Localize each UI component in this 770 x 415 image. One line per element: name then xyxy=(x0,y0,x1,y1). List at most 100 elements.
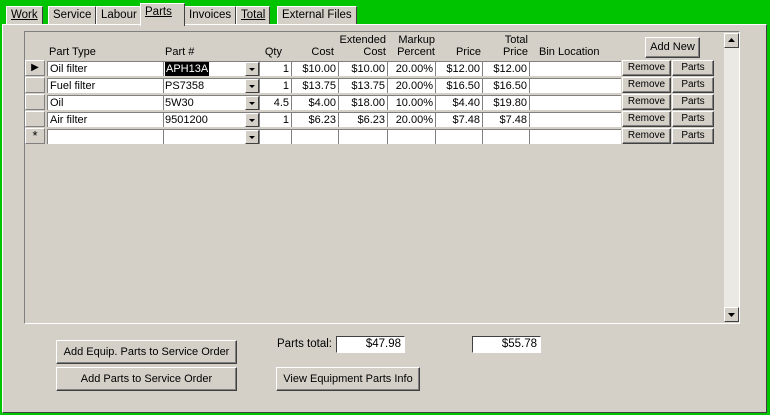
current-row-icon: ▶ xyxy=(31,62,39,73)
part-no-combo[interactable]: PS7358 xyxy=(163,78,259,93)
cell-bin-location[interactable] xyxy=(529,61,621,76)
row-selector-new[interactable]: * xyxy=(25,128,45,144)
cell-extended-cost[interactable]: $10.00 xyxy=(338,61,387,76)
cell-part-type[interactable]: Air filter xyxy=(47,112,163,127)
add-new-button[interactable]: Add New xyxy=(645,37,700,58)
parts-label: Parts xyxy=(681,113,705,124)
remove-button[interactable]: Remove xyxy=(622,111,671,127)
cell-part-type[interactable] xyxy=(47,129,163,144)
cell-bin-location[interactable] xyxy=(529,112,621,127)
cell-price[interactable]: $12.00 xyxy=(435,61,482,76)
cell-qty[interactable]: 4.5 xyxy=(259,95,291,110)
row-selector[interactable] xyxy=(25,111,45,127)
cell-part-type[interactable]: Oil xyxy=(47,95,163,110)
cell-extended-cost[interactable] xyxy=(338,129,387,144)
header-markup-2: Percent xyxy=(397,46,435,58)
cell-qty[interactable] xyxy=(259,129,291,144)
remove-button[interactable]: Remove xyxy=(622,128,671,144)
cell-cost[interactable]: $4.00 xyxy=(291,95,338,110)
chevron-down-icon[interactable] xyxy=(245,62,259,76)
row-selector[interactable] xyxy=(25,94,45,110)
cell-markup[interactable]: 20.00% xyxy=(387,78,435,93)
view-equipment-parts-label: View Equipment Parts Info xyxy=(283,373,413,385)
parts-button[interactable]: Parts xyxy=(672,111,714,127)
cell-bin-location[interactable] xyxy=(529,95,621,110)
header-qty: Qty xyxy=(264,46,282,58)
cell-price[interactable] xyxy=(435,129,482,144)
cell-total-price[interactable]: $12.00 xyxy=(482,61,529,76)
parts-button[interactable]: Parts xyxy=(672,60,714,76)
vertical-scrollbar[interactable] xyxy=(724,33,739,322)
header-total-1: Total xyxy=(504,34,528,46)
parts-total-label: Parts total: xyxy=(277,338,332,350)
chevron-down-icon[interactable] xyxy=(245,113,259,127)
row-selector[interactable]: ▶ xyxy=(25,60,45,76)
new-row-icon: * xyxy=(32,128,38,143)
add-parts-label: Add Parts to Service Order xyxy=(80,373,213,385)
part-no-value: 9501200 xyxy=(165,114,208,126)
parts-label: Parts xyxy=(681,79,705,90)
cell-bin-location[interactable] xyxy=(529,129,621,144)
cell-cost[interactable]: $13.75 xyxy=(291,78,338,93)
parts-button[interactable]: Parts xyxy=(672,128,714,144)
cell-bin-location[interactable] xyxy=(529,78,621,93)
part-no-combo[interactable]: 5W30 xyxy=(163,95,259,110)
cell-markup[interactable]: 20.00% xyxy=(387,112,435,127)
cell-extended-cost[interactable]: $18.00 xyxy=(338,95,387,110)
cell-extended-cost[interactable]: $13.75 xyxy=(338,78,387,93)
cell-extended-cost[interactable]: $6.23 xyxy=(338,112,387,127)
parts-button[interactable]: Parts xyxy=(672,94,714,110)
remove-button[interactable]: Remove xyxy=(622,77,671,93)
row-selector[interactable] xyxy=(25,77,45,93)
cell-price[interactable]: $4.40 xyxy=(435,95,482,110)
remove-button[interactable]: Remove xyxy=(622,94,671,110)
cell-total-price[interactable]: $19.80 xyxy=(482,95,529,110)
view-equipment-parts-button[interactable]: View Equipment Parts Info xyxy=(276,367,420,391)
cell-price[interactable]: $7.48 xyxy=(435,112,482,127)
chevron-down-icon[interactable] xyxy=(245,79,259,93)
part-no-combo[interactable]: 9501200 xyxy=(163,112,259,127)
cell-part-type[interactable]: Oil filter xyxy=(47,61,163,76)
part-no-combo[interactable]: APH13A xyxy=(163,61,259,76)
cell-qty[interactable]: 1 xyxy=(259,61,291,76)
remove-label: Remove xyxy=(627,79,666,90)
scroll-up-arrow-icon[interactable] xyxy=(724,33,739,48)
cell-qty[interactable]: 1 xyxy=(259,112,291,127)
cell-markup[interactable]: 20.00% xyxy=(387,61,435,76)
cell-cost[interactable]: $6.23 xyxy=(291,112,338,127)
cell-cost[interactable] xyxy=(291,129,338,144)
cell-total-price[interactable]: $16.50 xyxy=(482,78,529,93)
parts-label: Parts xyxy=(681,62,705,73)
header-part-type: Part Type xyxy=(49,46,96,58)
remove-button[interactable]: Remove xyxy=(622,60,671,76)
chevron-down-icon[interactable] xyxy=(245,96,259,110)
part-no-value: APH13A xyxy=(165,62,210,76)
add-equip-parts-button[interactable]: Add Equip. Parts to Service Order xyxy=(56,340,237,364)
parts-button[interactable]: Parts xyxy=(672,77,714,93)
part-no-value: PS7358 xyxy=(165,80,205,92)
add-parts-button[interactable]: Add Parts to Service Order xyxy=(56,367,237,391)
chevron-down-icon[interactable] xyxy=(245,130,259,144)
scroll-down-arrow-icon[interactable] xyxy=(724,307,739,322)
remove-label: Remove xyxy=(627,113,666,124)
header-extended-2: Cost xyxy=(363,46,386,58)
cell-total-price[interactable] xyxy=(482,129,529,144)
header-total-2: Price xyxy=(502,46,528,58)
header-cost: Cost xyxy=(311,46,334,58)
header-bin-location: Bin Location xyxy=(539,46,600,58)
cell-price[interactable]: $16.50 xyxy=(435,78,482,93)
part-no-combo[interactable] xyxy=(163,129,259,144)
cell-qty[interactable]: 1 xyxy=(259,78,291,93)
parts-label: Parts xyxy=(681,130,705,141)
add-new-label: Add New xyxy=(650,41,695,53)
parts-label: Parts xyxy=(681,96,705,107)
cell-part-type[interactable]: Fuel filter xyxy=(47,78,163,93)
cell-total-price[interactable]: $7.48 xyxy=(482,112,529,127)
cell-markup[interactable]: 10.00% xyxy=(387,95,435,110)
parts-total-cost: $47.98 xyxy=(336,336,405,353)
remove-label: Remove xyxy=(627,96,666,107)
header-markup-1: Markup xyxy=(398,34,435,46)
cell-cost[interactable]: $10.00 xyxy=(291,61,338,76)
header-price: Price xyxy=(455,46,481,58)
cell-markup[interactable] xyxy=(387,129,435,144)
